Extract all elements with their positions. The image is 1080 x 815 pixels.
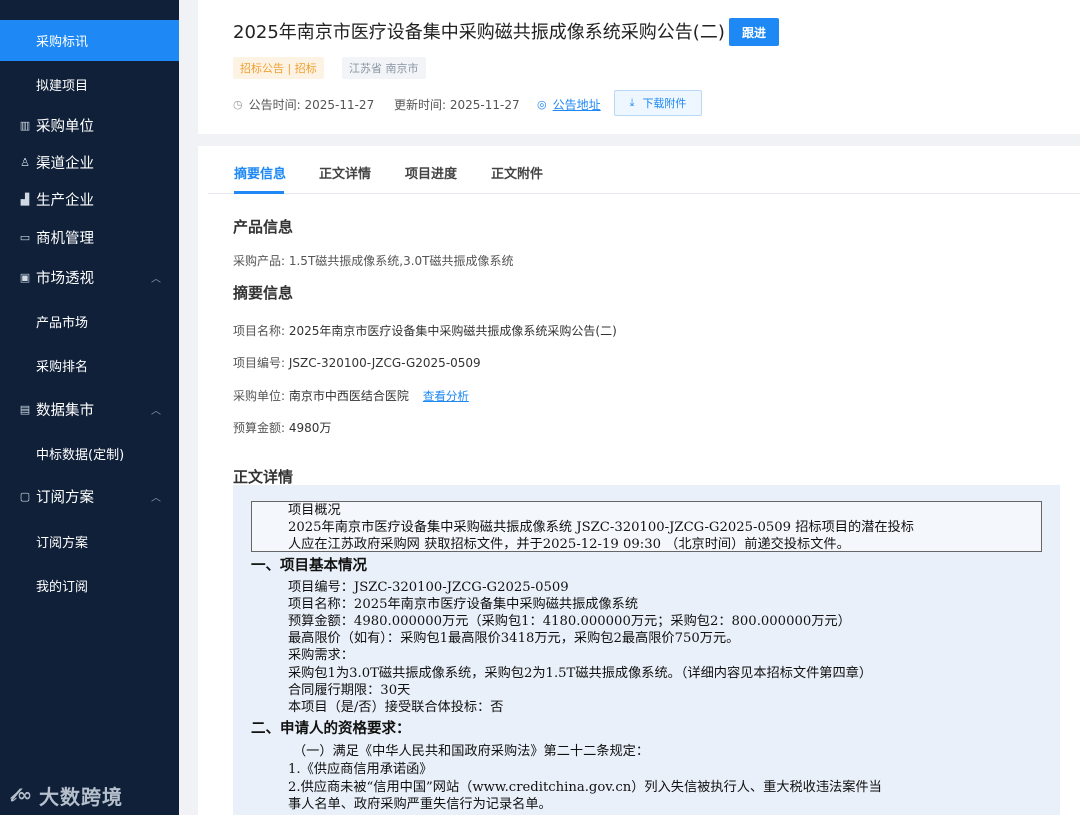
qualification-line: 事人名单、政府采购严重失信行为记录名单。 (288, 797, 552, 812)
sidebar-item-label: 采购标讯 (36, 35, 89, 50)
sidebar-item-label: 订阅方案 (36, 489, 94, 506)
sidebar-item-label: 数据集市 (36, 402, 94, 419)
sidebar-item-purchasing-units[interactable]: ▥ 采购单位 (0, 106, 179, 144)
sidebar-item-label: 渠道企业 (36, 155, 94, 172)
basic-info-line: 合同履行期限：30天 (288, 683, 411, 698)
user-network-icon: ♙ (20, 155, 30, 169)
tab-bar: 摘要信息 正文详情 项目进度 正文附件 (208, 146, 1080, 194)
data-icon: ▤ (19, 402, 31, 416)
clock-icon: ◷ (233, 98, 243, 111)
notice-address[interactable]: ◎ 公告地址 (537, 96, 601, 113)
sidebar-item-label: 采购单位 (36, 118, 94, 135)
basic-info-line: 采购需求： (288, 648, 354, 663)
overview-line: 2025年南京市医疗设备集中采购磁共振成像系统 JSZC-320100-JZCG… (288, 520, 914, 535)
brand-logo: 𝓁∞ 大数跨境 (10, 776, 123, 814)
product-line: 采购产品: 1.5T磁共振成像系统,3.0T磁共振成像系统 (233, 254, 514, 268)
sidebar-item-subscription-plans[interactable]: ▢ 订阅方案 ︿ (0, 477, 179, 515)
publish-time: ◷ 公告时间: 2025-11-27 (233, 98, 375, 112)
location-pin-icon: ◎ (537, 98, 547, 111)
sidebar-item-data-mart[interactable]: ▤ 数据集市 ︿ (0, 390, 179, 428)
product-section-title: 产品信息 (233, 218, 294, 236)
detail-section-title: 正文详情 (233, 468, 294, 486)
sidebar-item-label: 产品市场 (36, 315, 89, 331)
subscribe-icon: ▢ (19, 489, 31, 503)
factory-icon: ▟ (20, 192, 30, 206)
region-tag: 江苏省 南京市 (342, 57, 426, 79)
sidebar-item-channel-companies[interactable]: ♙ 渠道企业 (0, 143, 179, 181)
sidebar-item-label: 订阅方案 (36, 535, 89, 551)
basic-info-line: 最高限价（如有）：采购包1最高限价3418万元，采购包2最高限价750万元。 (288, 631, 740, 646)
tab-progress[interactable]: 项目进度 (405, 163, 457, 182)
notice-address-link[interactable]: 公告地址 (553, 96, 601, 113)
sidebar-item-label: 采购排名 (36, 359, 89, 375)
purchasing-unit-row: 采购单位: 南京市中西医结合医院 查看分析 (233, 389, 469, 403)
sidebar-item-planned-projects[interactable]: 拟建项目 (0, 65, 179, 103)
basic-info-line: 项目名称：2025年南京市医疗设备集中采购磁共振成像系统 (288, 597, 639, 612)
sidebar-item-opportunity-management[interactable]: ▭ 商机管理 (0, 218, 179, 256)
sidebar: 采购标讯 拟建项目 ▥ 采购单位 ♙ 渠道企业 ▟ 生产企业 ▭ 商机管理 ▣ 市场透视 ︿… (0, 0, 179, 815)
tab-summary[interactable]: 摘要信息 (234, 163, 286, 182)
sidebar-item-my-subscriptions[interactable]: 我的订阅 (0, 566, 179, 604)
monitor-icon: ▣ (19, 270, 31, 284)
budget-row: 预算金额: 4980万 (233, 421, 332, 435)
project-name-row: 项目名称: 2025年南京市医疗设备集中采购磁共振成像系统采购公告(二) (233, 324, 617, 338)
sidebar-item-procurement-ranking[interactable]: 采购排名 (0, 346, 179, 384)
basic-info-line: 预算金额：4980.000000万元（采购包1：4180.000000万元；采购… (288, 614, 851, 629)
tab-attachments[interactable]: 正文附件 (491, 163, 543, 182)
download-attachment-button[interactable]: ⤓ 下载附件 (614, 90, 702, 116)
logo-mark-icon: 𝓁∞ (10, 784, 33, 806)
sidebar-item-label: 市场透视 (36, 270, 94, 287)
sidebar-item-subscription-plan[interactable]: 订阅方案 (0, 522, 179, 560)
qualification-line: 2.供应商未被“信用中国”网站（www.creditchina.gov.cn）列… (288, 780, 882, 795)
qualification-line: （一）满足《中华人民共和国政府采购法》第二十二条规定： (293, 744, 650, 759)
sidebar-item-winning-bid-data[interactable]: 中标数据(定制) (0, 434, 179, 472)
qualification-line: 1.《供应商信用承诺函》 (288, 762, 433, 777)
project-code-row: 项目编号: JSZC-320100-JZCG-G2025-0509 (233, 356, 481, 370)
chevron-up-icon: ︿ (151, 273, 161, 285)
notice-type-tag: 招标公告 | 招标 (233, 57, 324, 79)
sidebar-item-label: 中标数据(定制) (36, 447, 125, 463)
notice-content: 摘要信息 正文详情 项目进度 正文附件 产品信息 采购产品: 1.5T磁共振成像… (198, 146, 1080, 815)
basic-info-line: 本项目（是/否）接受联合体投标：否 (288, 700, 504, 715)
sidebar-item-product-market[interactable]: 产品市场 (0, 302, 179, 340)
sidebar-item-label: 拟建项目 (36, 78, 89, 94)
active-tab-indicator (234, 191, 284, 194)
basic-info-heading: 一、项目基本情况 (251, 558, 367, 574)
brand-name: 大数跨境 (38, 784, 123, 809)
chevron-up-icon: ︿ (151, 405, 161, 417)
building-icon: ▥ (19, 118, 31, 132)
briefcase-icon: ▭ (19, 230, 31, 244)
overview-line: 项目概况 (288, 503, 341, 518)
summary-section-title: 摘要信息 (233, 284, 294, 302)
view-analysis-link[interactable]: 查看分析 (423, 389, 469, 403)
notice-body: 项目概况 2025年南京市医疗设备集中采购磁共振成像系统 JSZC-320100… (233, 485, 1060, 815)
page-title: 2025年南京市医疗设备集中采购磁共振成像系统采购公告(二) (233, 22, 725, 43)
sidebar-item-procurement-notice[interactable]: 采购标讯 (0, 20, 179, 61)
basic-info-line: 采购包1为3.0T磁共振成像系统，采购包2为1.5T磁共振成像系统。（详细内容见… (288, 666, 873, 681)
qualification-heading: 二、申请人的资格要求： (251, 721, 411, 737)
basic-info-line: 项目编号：JSZC-320100-JZCG-G2025-0509 (288, 580, 569, 595)
sidebar-item-manufacturers[interactable]: ▟ 生产企业 (0, 180, 179, 218)
notice-header: 2025年南京市医疗设备集中采购磁共振成像系统采购公告(二) 跟进 招标公告 |… (198, 0, 1080, 134)
update-time: 更新时间: 2025-11-27 (394, 98, 520, 112)
tab-detail[interactable]: 正文详情 (319, 163, 371, 182)
sidebar-item-label: 生产企业 (36, 192, 94, 209)
download-icon: ⤓ (629, 96, 635, 109)
sidebar-item-label: 我的订阅 (36, 579, 89, 595)
follow-button[interactable]: 跟进 (729, 18, 779, 46)
overview-line: 人应在江苏政府采购网 获取招标文件，并于2025-12-19 09:30 （北京… (288, 537, 850, 552)
project-overview-box: 项目概况 2025年南京市医疗设备集中采购磁共振成像系统 JSZC-320100… (251, 501, 1042, 552)
sidebar-item-market-insight[interactable]: ▣ 市场透视 ︿ (0, 258, 179, 296)
sidebar-item-label: 商机管理 (36, 230, 94, 247)
chevron-up-icon: ︿ (151, 492, 161, 504)
